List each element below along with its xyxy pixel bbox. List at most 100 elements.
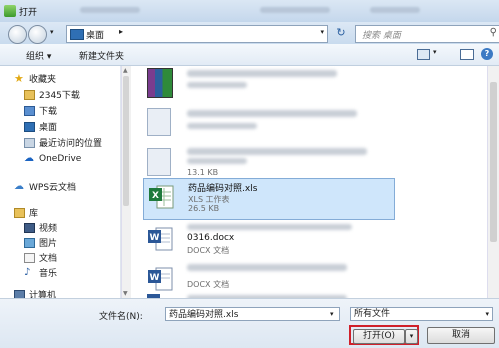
breadcrumb-arrow-icon[interactable]: ▸ bbox=[119, 27, 123, 36]
list-item[interactable]: W DOCX 文档 bbox=[143, 261, 393, 298]
sidebar-item-2345-downloads[interactable]: 2345下载 bbox=[24, 88, 80, 101]
toolbar: 组织 ▾ 新建文件夹 ▾ ? bbox=[0, 44, 499, 66]
word-icon: W bbox=[147, 225, 173, 253]
blurred-file-type bbox=[187, 158, 247, 164]
picture-icon bbox=[24, 237, 35, 248]
app-icon bbox=[4, 5, 16, 17]
filename-dropdown-icon[interactable]: ▾ bbox=[330, 307, 334, 321]
sidebar-item-desktop[interactable]: 桌面 bbox=[24, 120, 57, 133]
sidebar-item-pictures[interactable]: 图片 bbox=[24, 236, 57, 249]
cancel-button[interactable]: 取消 bbox=[427, 327, 495, 344]
sidebar-item-label: 桌面 bbox=[39, 123, 58, 133]
sidebar-item-recent-places[interactable]: 最近访问的位置 bbox=[24, 136, 102, 149]
file-name: 药品编码对照.xls bbox=[188, 184, 258, 194]
sidebar-item-favorites[interactable]: ★ 收藏夹 bbox=[14, 72, 57, 86]
document-blurred-icon bbox=[147, 108, 171, 136]
refresh-button[interactable]: ↻ bbox=[330, 25, 352, 41]
word-icon: W bbox=[147, 265, 173, 293]
address-bar[interactable]: 桌面 ▸ ▾ bbox=[66, 25, 328, 43]
navigation-pane: ★ 收藏夹 2345下载 下载 桌面 最近访问的位置 ☁ OneDrive ☁ … bbox=[0, 66, 121, 298]
svg-text:X: X bbox=[152, 191, 159, 201]
sidebar-scrollbar[interactable]: ▲ ▼ bbox=[121, 66, 131, 298]
search-icon[interactable]: ⚲ bbox=[490, 27, 497, 38]
sidebar-item-downloads[interactable]: 下载 bbox=[24, 104, 57, 117]
list-item-selected[interactable]: X 药品编码对照.xls XLS 工作表 26.5 KB bbox=[143, 178, 395, 220]
svg-text:W: W bbox=[150, 273, 160, 283]
breadcrumb-desktop[interactable]: 桌面 bbox=[86, 28, 104, 41]
file-size: 26.5 KB bbox=[188, 204, 220, 213]
list-item[interactable]: W 0316.docx DOCX 文档 bbox=[143, 221, 393, 265]
cloud-icon: ☁ bbox=[14, 180, 24, 192]
forward-button[interactable] bbox=[28, 25, 47, 44]
svg-text:W: W bbox=[150, 233, 160, 243]
sidebar-item-label: 音乐 bbox=[39, 269, 58, 279]
sidebar-item-label: 库 bbox=[29, 209, 39, 219]
sidebar-item-computer[interactable]: 计算机 bbox=[14, 288, 56, 298]
sidebar-item-videos[interactable]: 视频 bbox=[24, 221, 57, 234]
open-button[interactable]: 打开(O) bbox=[353, 329, 405, 344]
sidebar-item-label: WPS云文档 bbox=[29, 183, 77, 193]
desktop-icon bbox=[24, 121, 35, 132]
blurred-title-detail bbox=[80, 7, 140, 13]
file-type-filter-value: 所有文件 bbox=[354, 309, 391, 319]
open-options-dropdown-icon[interactable]: ▾ bbox=[405, 329, 418, 344]
sidebar-item-label: 文档 bbox=[39, 254, 58, 264]
sidebar-item-label: 计算机 bbox=[29, 291, 57, 298]
sidebar-item-label: 视频 bbox=[39, 224, 58, 234]
file-list-scroll-thumb[interactable] bbox=[490, 82, 497, 242]
scroll-down-icon[interactable]: ▼ bbox=[123, 290, 128, 297]
help-icon[interactable]: ? bbox=[481, 48, 493, 60]
scroll-up-icon[interactable]: ▲ bbox=[123, 67, 128, 74]
document-blurred-icon bbox=[147, 148, 171, 176]
sidebar-item-wps-cloud[interactable]: ☁ WPS云文档 bbox=[14, 180, 76, 193]
preview-pane-icon[interactable] bbox=[460, 49, 474, 60]
file-type: DOCX 文档 bbox=[187, 280, 230, 289]
folder-icon bbox=[24, 89, 35, 100]
new-folder-button[interactable]: 新建文件夹 bbox=[79, 49, 124, 62]
sidebar-item-onedrive[interactable]: ☁ OneDrive bbox=[24, 152, 81, 165]
sidebar-scroll-thumb[interactable] bbox=[123, 76, 129, 206]
blurred-file-name bbox=[187, 110, 357, 117]
list-item[interactable] bbox=[143, 66, 393, 108]
blurred-file-type bbox=[187, 82, 247, 88]
file-size: 13.1 KB bbox=[187, 168, 219, 177]
organize-button[interactable]: 组织 ▾ bbox=[26, 49, 51, 62]
filename-input[interactable]: 药品编码对照.xls bbox=[165, 307, 340, 321]
back-button[interactable] bbox=[8, 25, 27, 44]
blurred-file-name bbox=[187, 264, 347, 271]
filename-label: 文件名(N): bbox=[99, 312, 143, 322]
blurred-file-type bbox=[187, 123, 257, 129]
sidebar-item-label: 下载 bbox=[39, 107, 58, 117]
chevron-down-icon: ▾ bbox=[485, 310, 489, 318]
open-button-highlight: 打开(O) ▾ bbox=[349, 325, 419, 345]
onedrive-icon: ☁ bbox=[24, 152, 34, 164]
blurred-file-name bbox=[187, 148, 367, 155]
blurred-file-name bbox=[187, 70, 337, 77]
view-options-icon[interactable] bbox=[417, 49, 430, 60]
computer-icon bbox=[14, 289, 25, 298]
sidebar-item-music[interactable]: ♪ 音乐 bbox=[24, 266, 57, 279]
file-list-scrollbar[interactable] bbox=[487, 66, 499, 298]
window-title: 打开 bbox=[19, 8, 38, 18]
blurred-file-name bbox=[187, 224, 352, 230]
address-dropdown-icon[interactable]: ▾ bbox=[320, 28, 324, 36]
sidebar-item-label: OneDrive bbox=[39, 153, 82, 164]
search-input[interactable]: 搜索 桌面 ⚲ bbox=[355, 25, 499, 43]
sidebar-item-label: 图片 bbox=[39, 239, 58, 249]
address-row: ▾ 桌面 ▸ ▾ ↻ 搜索 桌面 ⚲ bbox=[0, 22, 499, 44]
library-icon bbox=[14, 207, 25, 218]
desktop-icon bbox=[70, 29, 84, 40]
sidebar-item-label: 2345下载 bbox=[39, 91, 80, 101]
sidebar-item-documents[interactable]: 文档 bbox=[24, 251, 57, 264]
recent-places-icon bbox=[24, 137, 35, 148]
document-icon bbox=[24, 252, 35, 263]
recent-pages-dropdown-icon[interactable]: ▾ bbox=[50, 28, 54, 36]
file-type: DOCX 文档 bbox=[187, 246, 230, 255]
view-dropdown-icon[interactable]: ▾ bbox=[433, 48, 437, 56]
blurred-title-detail bbox=[370, 7, 420, 13]
list-item[interactable] bbox=[143, 104, 393, 148]
sidebar-item-label: 收藏夹 bbox=[29, 75, 57, 85]
music-icon: ♪ bbox=[24, 266, 31, 278]
sidebar-item-libraries[interactable]: 库 bbox=[14, 206, 38, 219]
file-type-filter[interactable]: 所有文件 ▾ bbox=[350, 307, 493, 321]
